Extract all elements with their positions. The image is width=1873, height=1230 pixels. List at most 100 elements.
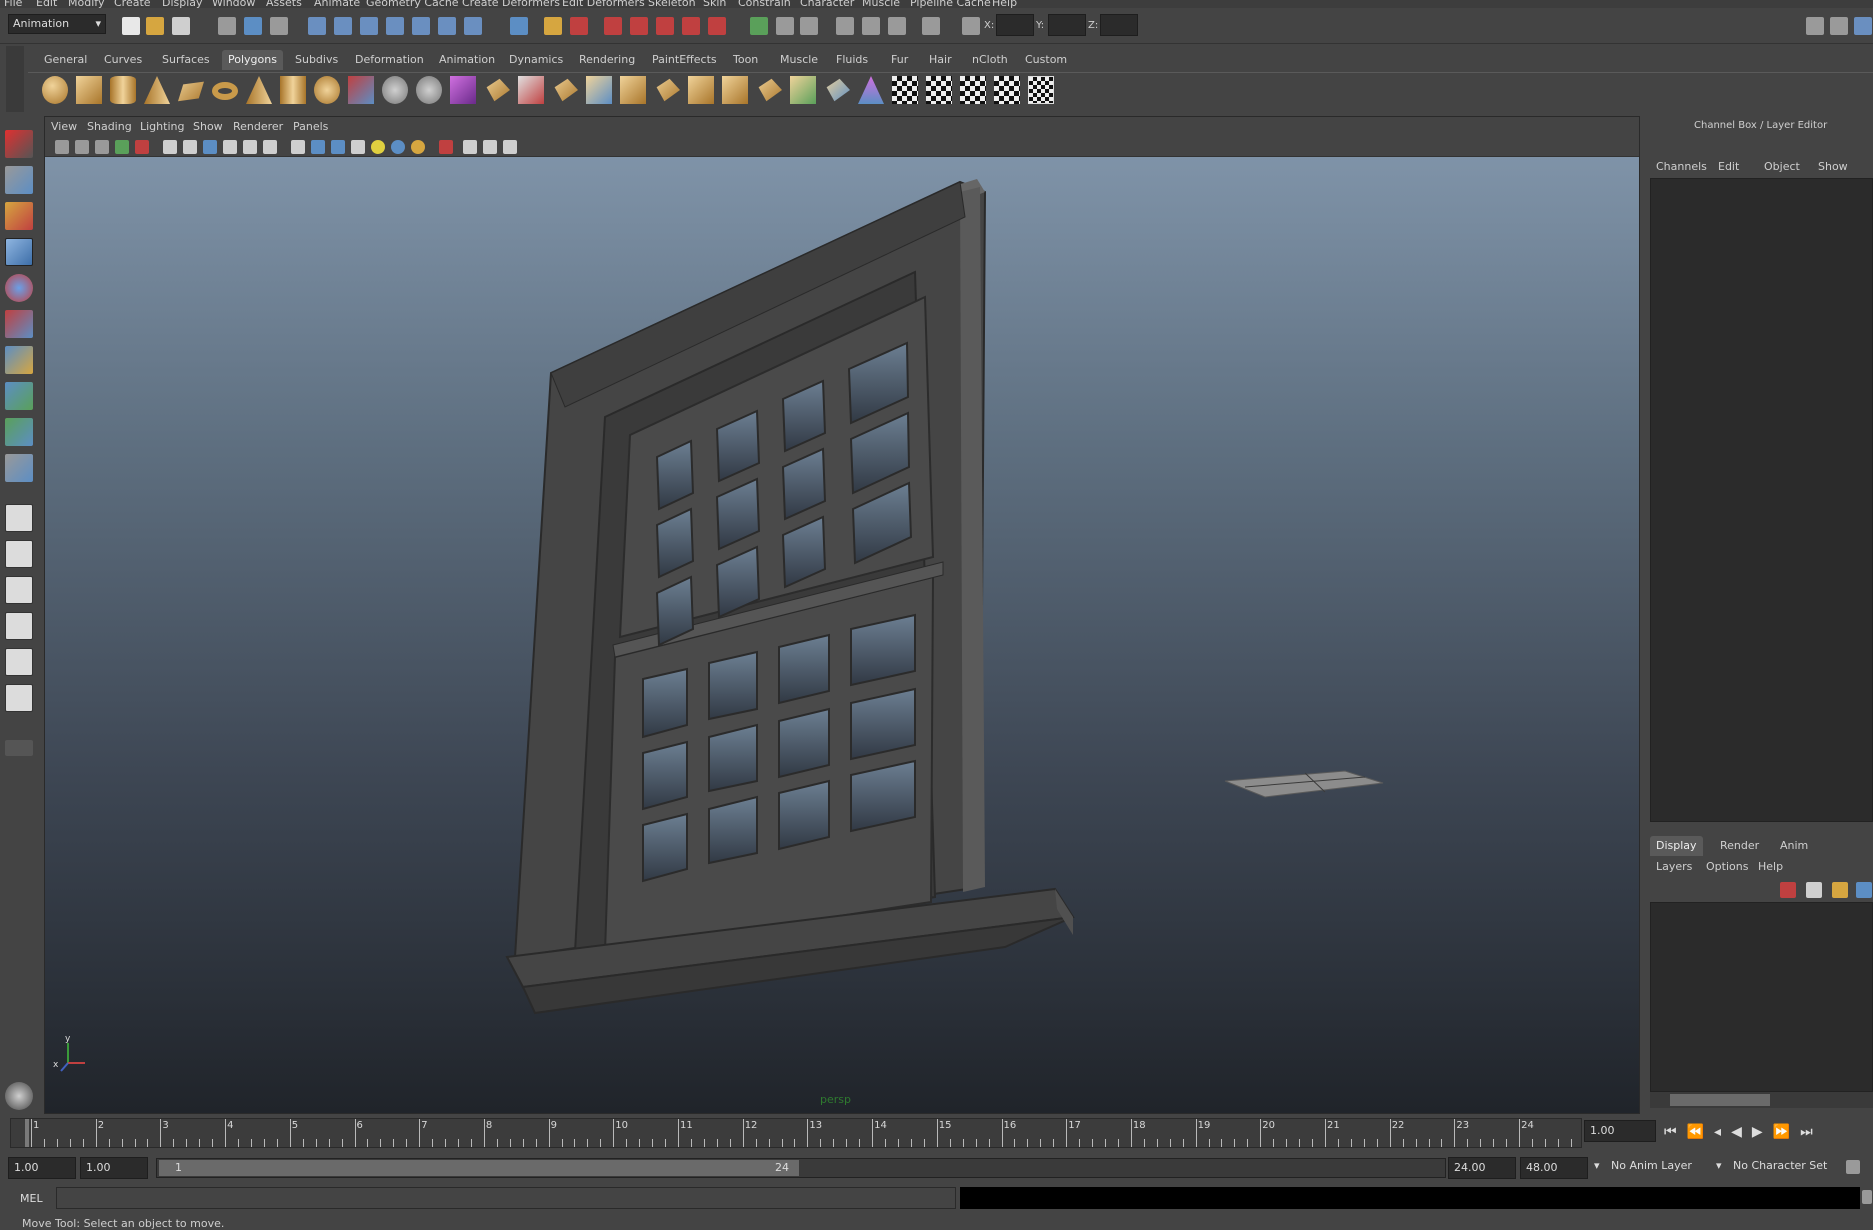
poly-plane-icon[interactable] [178, 81, 204, 102]
layer-options-icon[interactable] [1856, 882, 1872, 898]
snap-live-icon[interactable] [464, 17, 482, 35]
new-empty-layer-icon[interactable] [1780, 882, 1796, 898]
outliner-icon[interactable] [862, 17, 880, 35]
tab-muscle[interactable]: Muscle [774, 50, 824, 70]
tab-polygons[interactable]: Polygons [222, 50, 283, 70]
new-layer-selected-icon[interactable] [1832, 882, 1848, 898]
menu-help[interactable]: Help [992, 0, 1017, 8]
hypershade-icon[interactable] [682, 17, 700, 35]
attribute-editor-icon[interactable] [1806, 17, 1824, 35]
snap-grid-icon[interactable] [308, 17, 326, 35]
xray-joints-icon[interactable] [483, 140, 497, 154]
shadows-icon[interactable] [411, 140, 425, 154]
smooth-shade-icon[interactable] [311, 140, 325, 154]
panel-icon[interactable] [800, 17, 818, 35]
z-field[interactable] [1100, 14, 1138, 36]
playback-end-field[interactable]: 24.00 [1448, 1157, 1516, 1179]
new-layer-icon[interactable] [1806, 882, 1822, 898]
tab-dynamics[interactable]: Dynamics [503, 50, 569, 70]
uv-layout-icon[interactable] [892, 76, 918, 104]
move-tool-icon[interactable] [5, 238, 33, 266]
script-editor-icon[interactable] [1862, 1190, 1872, 1204]
time-ruler[interactable]: 1 2 3 4 5 6 7 8 9 10 11 12 13 14 15 16 17 18 19 20 21 22 23 24 [10, 1118, 1582, 1148]
menu-muscle[interactable]: Muscle [862, 0, 900, 8]
play-backward-icon[interactable]: ◀ [1731, 1124, 1752, 1140]
select-tool-icon[interactable] [5, 130, 33, 158]
safe-action-icon[interactable] [263, 140, 277, 154]
render-view-icon[interactable] [708, 17, 726, 35]
tab-toon[interactable]: Toon [727, 50, 764, 70]
soft-modification-icon[interactable] [5, 382, 33, 410]
menu-set-dropdown[interactable]: Animation ▾ [8, 14, 106, 34]
viewport-menu-renderer[interactable]: Renderer [233, 120, 283, 133]
menu-file[interactable]: File [4, 0, 22, 8]
tab-subdivs[interactable]: Subdivs [289, 50, 344, 70]
construction-history-icon[interactable] [570, 17, 588, 35]
tab-custom[interactable]: Custom [1019, 50, 1073, 70]
extrude-icon[interactable] [486, 78, 510, 102]
go-to-start-icon[interactable]: ⏮ [1664, 1124, 1687, 1140]
bookmark-icon[interactable] [95, 140, 109, 154]
poly-pipe-icon[interactable] [280, 76, 306, 104]
combine-icon[interactable] [348, 76, 374, 104]
camera-attributes-icon[interactable] [75, 140, 89, 154]
y-field[interactable] [1048, 14, 1086, 36]
new-scene-icon[interactable] [122, 17, 140, 35]
menu-constrain[interactable]: Constrain [738, 0, 791, 8]
select-by-component-icon[interactable] [270, 17, 288, 35]
poly-torus-icon[interactable] [212, 82, 238, 100]
step-back-frame-icon[interactable]: ◂ [1714, 1124, 1731, 1140]
anim-layer-dropdown[interactable]: ▾ No Anim Layer [1594, 1159, 1714, 1172]
resolution-gate-icon[interactable] [203, 140, 217, 154]
wireframe-on-shaded-icon[interactable] [331, 140, 345, 154]
range-bar-handle[interactable]: 1 24 [159, 1160, 799, 1176]
absolute-transform-icon[interactable] [962, 17, 980, 35]
menu-pipeline-cache[interactable]: Pipeline Cache [910, 0, 991, 8]
tab-curves[interactable]: Curves [98, 50, 148, 70]
tab-general[interactable]: General [38, 50, 93, 70]
snap-surface-icon[interactable] [412, 17, 430, 35]
menu-character[interactable]: Character [800, 0, 854, 8]
hypershade-layout-icon[interactable] [5, 648, 33, 676]
tab-ncloth[interactable]: nCloth [966, 50, 1014, 70]
open-scene-icon[interactable] [146, 17, 164, 35]
tab-fluids[interactable]: Fluids [830, 50, 874, 70]
poly-cone-icon[interactable] [144, 76, 170, 104]
x-field[interactable] [996, 14, 1034, 36]
menu-modify[interactable]: Modify [68, 0, 104, 8]
render-settings-icon[interactable] [656, 17, 674, 35]
film-gate-icon[interactable] [183, 140, 197, 154]
graph-layout-icon[interactable] [5, 612, 33, 640]
command-input[interactable] [56, 1187, 956, 1209]
lasso-tool-icon[interactable] [5, 166, 33, 194]
select-camera-icon[interactable] [55, 140, 69, 154]
character-set-dropdown[interactable]: ▾ No Character Set [1716, 1159, 1846, 1172]
shelf-menu-handle[interactable] [6, 46, 24, 112]
menu-assets[interactable]: Assets [266, 0, 302, 8]
texture-editor-icon[interactable] [1028, 76, 1054, 104]
channel-menu-edit[interactable]: Edit [1718, 160, 1739, 173]
tab-deformation[interactable]: Deformation [349, 50, 430, 70]
planar-mapping-icon[interactable] [826, 78, 850, 102]
menu-create[interactable]: Create [114, 0, 151, 8]
snap-curve-icon[interactable] [334, 17, 352, 35]
four-view-layout-icon[interactable] [5, 540, 33, 568]
range-bar-track[interactable]: 1 24 [156, 1158, 1446, 1178]
layer-menu-options[interactable]: Options [1706, 860, 1748, 873]
menu-window[interactable]: Window [212, 0, 255, 8]
append-polygon-icon[interactable] [554, 78, 578, 102]
wireframe-icon[interactable] [291, 140, 305, 154]
animation-end-field[interactable]: 48.00 [1520, 1157, 1588, 1179]
gate-mask-icon[interactable] [223, 140, 237, 154]
duplicate-face-icon[interactable] [758, 78, 782, 102]
viewport-menu-panels[interactable]: Panels [293, 120, 328, 133]
universal-manipulator-icon[interactable] [5, 346, 33, 374]
viewport-menu-lighting[interactable]: Lighting [140, 120, 184, 133]
help-icon[interactable] [510, 17, 528, 35]
poly-cylinder-icon[interactable] [110, 76, 136, 104]
merge-icon[interactable] [722, 76, 748, 104]
snap-view-icon[interactable] [438, 17, 456, 35]
current-time-indicator[interactable] [25, 1119, 29, 1147]
snap-point-icon[interactable] [360, 17, 378, 35]
all-lights-icon[interactable] [391, 140, 405, 154]
